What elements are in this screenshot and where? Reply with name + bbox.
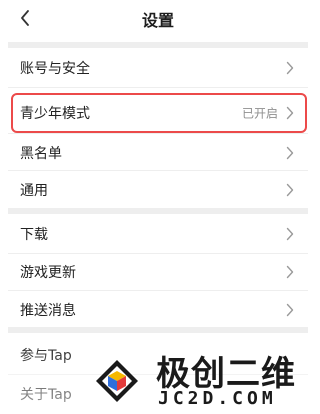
row-label: 关于Tap (20, 387, 72, 403)
chevron-right-icon (286, 183, 294, 197)
settings-row-download[interactable]: 下载 (8, 215, 308, 253)
row-label: 账号与安全 (20, 61, 90, 77)
chevron-right-icon (286, 61, 294, 75)
page-title: 设置 (141, 11, 174, 30)
top-bar: 设置 (0, 0, 316, 36)
settings-row-game-update[interactable]: 游戏更新 (8, 253, 308, 291)
row-label: 黑名单 (20, 146, 62, 162)
row-label: 推送消息 (20, 303, 76, 319)
row-label: 通用 (20, 183, 48, 199)
row-label: 游戏更新 (20, 265, 76, 281)
settings-row-push-notifications[interactable]: 推送消息 (8, 291, 308, 329)
chevron-right-icon (286, 303, 294, 317)
settings-row-general[interactable]: 通用 (8, 171, 308, 209)
section-divider (8, 42, 308, 48)
chevron-right-icon (286, 265, 294, 279)
row-divider (8, 87, 308, 88)
highlight-frame (11, 93, 307, 133)
settings-row-account-security[interactable]: 账号与安全 (8, 49, 308, 87)
cube-logo-icon (96, 360, 138, 402)
chevron-right-icon (286, 227, 294, 241)
row-label: 下载 (20, 227, 48, 243)
settings-row-blacklist[interactable]: 黑名单 (8, 134, 308, 172)
watermark-brand-en: JC2D.COM (158, 388, 277, 409)
chevron-right-icon (286, 146, 294, 160)
watermark: 极创二维 JC2D.COM (80, 338, 316, 414)
row-label: 参与Tap (20, 348, 72, 364)
